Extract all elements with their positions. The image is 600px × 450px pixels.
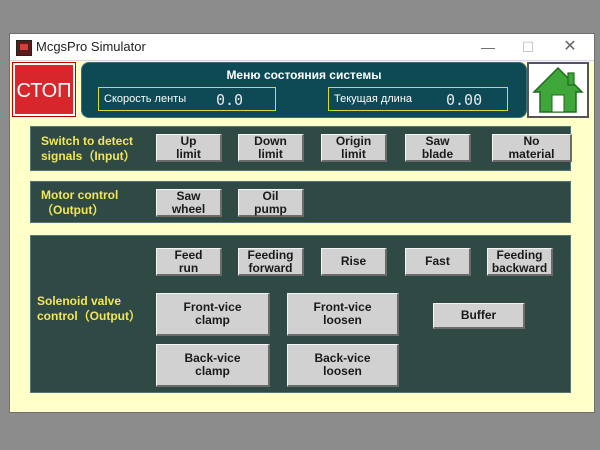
input-signals-panel: Switch to detect signals（Input） Up limit… (30, 126, 572, 171)
feeding-backward-button[interactable]: Feeding backward (487, 248, 553, 276)
rise-button[interactable]: Rise (321, 248, 387, 276)
app-window: McgsPro Simulator — ☐ ✕ СТОП Меню состоя… (9, 33, 595, 413)
saw-wheel-button[interactable]: Saw wheel (156, 189, 222, 217)
close-button[interactable]: ✕ (555, 36, 585, 58)
front-vice-clamp-button[interactable]: Front-vice clamp (156, 293, 270, 336)
current-length-display: Текущая длина 0.00 (328, 87, 508, 111)
stop-button[interactable]: СТОП (13, 63, 75, 116)
current-length-value: 0.00 (446, 91, 483, 109)
solenoid-valve-panel: Solenoid valve control（Output） Feed run … (30, 235, 571, 393)
app-icon (16, 40, 32, 56)
home-icon (532, 66, 584, 113)
system-status-panel: Меню состояния системы Скорость ленты 0.… (81, 62, 527, 118)
up-limit-button[interactable]: Up limit (156, 134, 222, 162)
minimize-button[interactable]: — (473, 36, 503, 58)
belt-speed-display: Скорость ленты 0.0 (98, 87, 276, 111)
back-vice-clamp-button[interactable]: Back-vice clamp (156, 344, 270, 387)
status-title: Меню состояния системы (226, 68, 382, 82)
belt-speed-label: Скорость ленты (104, 93, 187, 105)
no-material-button[interactable]: No material (492, 134, 572, 162)
oil-pump-button[interactable]: Oil pump (238, 189, 304, 217)
current-length-label: Текущая длина (334, 93, 413, 105)
buffer-button[interactable]: Buffer (433, 303, 525, 329)
belt-speed-value: 0.0 (216, 91, 244, 109)
back-vice-loosen-button[interactable]: Back-vice loosen (287, 344, 399, 387)
title-bar[interactable]: McgsPro Simulator — ☐ ✕ (10, 34, 594, 61)
maximize-button[interactable]: ☐ (513, 36, 543, 58)
feeding-forward-button[interactable]: Feeding forward (238, 248, 304, 276)
origin-limit-button[interactable]: Origin limit (321, 134, 387, 162)
motor-control-panel: Motor control （Output） Saw wheel Oil pum… (30, 181, 571, 223)
saw-blade-button[interactable]: Saw blade (405, 134, 471, 162)
down-limit-button[interactable]: Down limit (238, 134, 304, 162)
fast-button[interactable]: Fast (405, 248, 471, 276)
window-title: McgsPro Simulator (36, 39, 146, 54)
solenoid-valve-title: Solenoid valve control（Output） (37, 294, 141, 323)
motor-control-title: Motor control （Output） (41, 188, 119, 217)
feed-run-button[interactable]: Feed run (156, 248, 222, 276)
front-vice-loosen-button[interactable]: Front-vice loosen (287, 293, 399, 336)
home-button[interactable] (527, 62, 589, 118)
input-signals-title: Switch to detect signals（Input） (41, 134, 136, 163)
